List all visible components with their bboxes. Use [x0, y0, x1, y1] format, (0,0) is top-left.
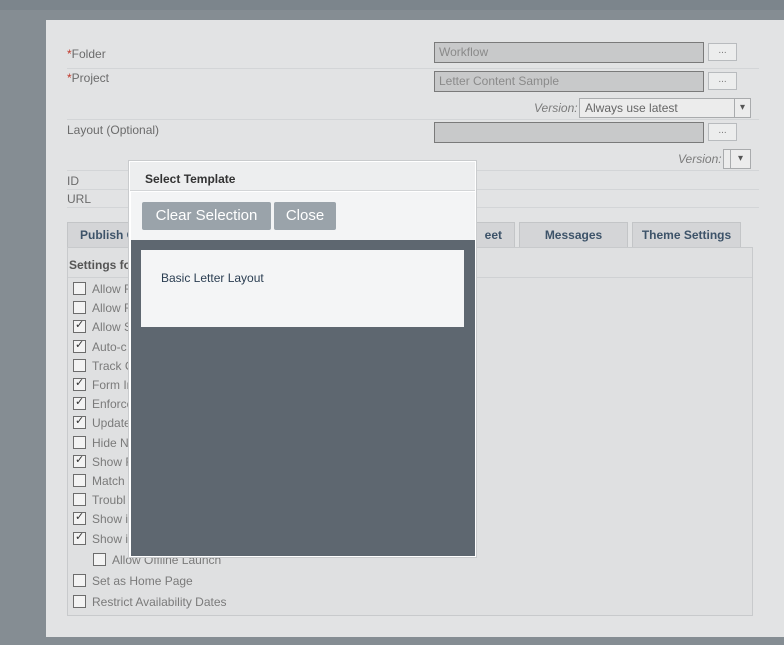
settings-checkbox-row[interactable]: Track C	[73, 358, 134, 377]
folder-field[interactable]: Workflow	[434, 42, 704, 63]
checkbox-label: Restrict Availability Dates	[92, 595, 227, 610]
project-version-select[interactable]: Always use latest ▾	[579, 98, 751, 118]
chevron-down-icon: ▾	[730, 150, 750, 168]
checkbox-label: Allow F	[92, 301, 132, 316]
close-button[interactable]: Close	[274, 202, 336, 230]
url-label: URL	[67, 192, 92, 206]
settings-checkbox-row[interactable]: Show F	[73, 454, 133, 473]
settings-checkbox-row[interactable]: Troubl	[73, 493, 126, 511]
checkbox-unchecked[interactable]	[73, 595, 86, 609]
project-version-label: Version:	[534, 101, 578, 115]
template-item[interactable]: Basic Letter Layout	[141, 250, 464, 327]
select-template-dialog: Select Template Clear Selection Close Ba…	[128, 160, 477, 558]
settings-checkbox-row[interactable]: Match	[73, 474, 125, 492]
checkbox-unchecked[interactable]	[73, 435, 86, 449]
checkbox-checked[interactable]	[73, 454, 86, 468]
settings-checkbox-row[interactable]: Auto-c	[73, 339, 127, 358]
checkbox-label: Show i	[92, 512, 129, 527]
layout-browse-button[interactable]: ...	[708, 123, 737, 141]
layout-version-label: Version:	[678, 152, 722, 166]
id-label: ID	[67, 174, 79, 188]
template-list: Basic Letter Layout	[131, 240, 475, 556]
chevron-down-icon: ▾	[734, 99, 750, 117]
clear-selection-button[interactable]: Clear Selection	[142, 202, 271, 230]
settings-checkbox-row[interactable]: Restrict Availability Dates	[73, 595, 227, 613]
settings-checkbox-row[interactable]: Show i	[73, 512, 128, 530]
checkbox-checked[interactable]	[73, 416, 86, 430]
checkbox-checked[interactable]	[73, 397, 86, 411]
checkbox-unchecked[interactable]	[73, 301, 86, 315]
checkbox-checked[interactable]	[73, 512, 86, 526]
template-item-label: Basic Letter Layout	[161, 271, 264, 285]
checkbox-label: Show i	[92, 531, 129, 546]
checkbox-checked[interactable]	[73, 378, 86, 391]
checkbox-unchecked[interactable]	[73, 574, 86, 587]
checkbox-checked[interactable]	[73, 531, 86, 545]
checkbox-label: Allow S	[92, 320, 133, 335]
checkbox-label: Set as Home Page	[92, 574, 193, 588]
project-version-value: Always use latest	[585, 101, 678, 115]
checkbox-checked[interactable]	[73, 320, 86, 334]
top-bar	[0, 0, 784, 10]
checkbox-unchecked[interactable]	[93, 552, 106, 566]
tab-theme-settings[interactable]: Theme Settings	[632, 222, 741, 247]
settings-checkbox-row[interactable]: Allow S	[73, 320, 132, 338]
settings-checkbox-row[interactable]: Hide N	[73, 435, 129, 454]
checkbox-unchecked[interactable]	[73, 358, 86, 372]
checkbox-label: Update	[92, 416, 131, 431]
settings-checkbox-row[interactable]: Set as Home Page	[73, 574, 193, 592]
settings-checkbox-row[interactable]: Show i	[73, 531, 129, 550]
layout-field[interactable]	[434, 122, 704, 143]
checkbox-unchecked[interactable]	[73, 493, 86, 507]
checkbox-label: Show F	[92, 454, 133, 469]
settings-checkbox-row[interactable]: Form In	[73, 378, 133, 396]
dialog-toolbar: Clear Selection Close	[131, 192, 475, 240]
settings-checkbox-row[interactable]: Allow F	[73, 301, 131, 319]
folder-browse-button[interactable]: ...	[708, 43, 737, 61]
checkbox-unchecked[interactable]	[73, 474, 86, 487]
checkbox-label: Troubl	[92, 493, 126, 508]
checkbox-label: Match	[92, 474, 125, 488]
divider	[67, 119, 759, 120]
checkbox-label: Allow F	[92, 282, 132, 296]
checkbox-checked[interactable]	[73, 339, 86, 353]
layout-label: Layout (Optional)	[67, 123, 160, 137]
checkbox-unchecked[interactable]	[73, 282, 86, 295]
settings-checkbox-row[interactable]: Enforce	[73, 397, 133, 415]
project-browse-button[interactable]: ...	[708, 72, 737, 90]
tab-messages[interactable]: Messages	[519, 222, 628, 247]
checkbox-label: Auto-c	[92, 339, 127, 354]
project-label: *Project	[67, 71, 110, 85]
folder-label: *Folder	[67, 47, 106, 61]
divider	[67, 68, 759, 69]
settings-checkbox-row[interactable]: Allow F	[73, 282, 131, 300]
project-field[interactable]: Letter Content Sample	[434, 71, 704, 92]
layout-version-select[interactable]: ▾	[723, 149, 751, 169]
settings-checkbox-row[interactable]: Update	[73, 416, 131, 434]
dialog-title: Select Template	[130, 162, 475, 191]
checkbox-label: Hide N	[92, 435, 129, 450]
